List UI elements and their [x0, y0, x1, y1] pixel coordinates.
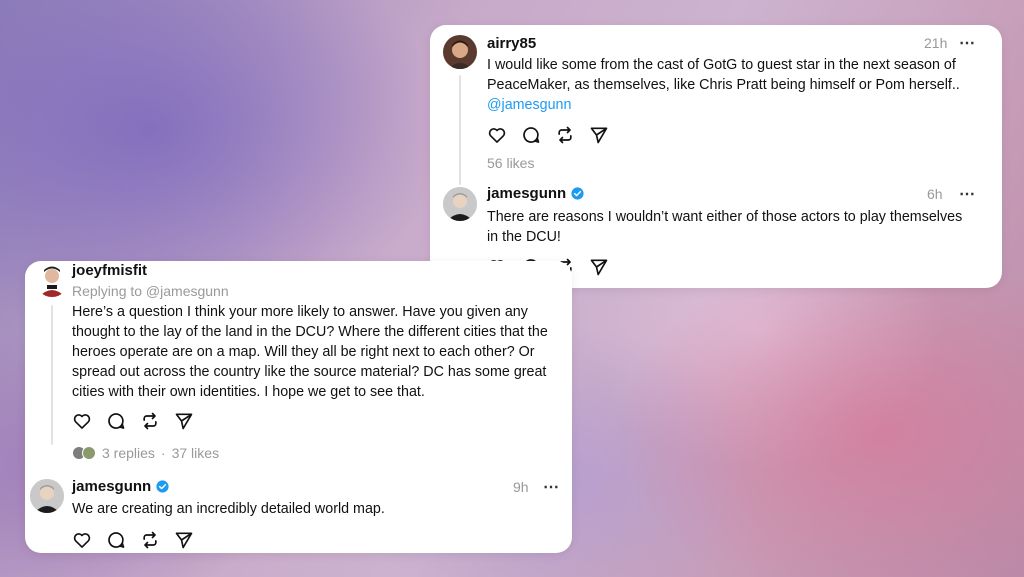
avatar-joeyfmisfit[interactable]: [35, 263, 69, 297]
replier-avatars: [72, 446, 96, 460]
post-time: 21h: [924, 35, 948, 51]
repost-icon[interactable]: [140, 411, 160, 431]
thread-card-joeyfmisfit: joeyfmisfit Replying to @jamesgunn Here’…: [25, 261, 572, 553]
heart-icon[interactable]: [72, 411, 92, 431]
stats-separator: ·: [160, 445, 166, 461]
verified-badge-icon: [571, 187, 584, 200]
replying-to-label[interactable]: Replying to @jamesgunn: [72, 283, 229, 299]
post-text: There are reasons I wouldn’t want either…: [487, 209, 963, 245]
replies-count[interactable]: 3 replies: [102, 445, 155, 461]
thread-connector: [51, 305, 53, 445]
heart-icon[interactable]: [72, 530, 92, 550]
post-actions: [72, 411, 194, 431]
avatar-airry85[interactable]: [443, 35, 477, 69]
repost-icon[interactable]: [555, 125, 575, 145]
send-icon[interactable]: [174, 530, 194, 550]
likes-count[interactable]: 56 likes: [487, 155, 534, 171]
replier-avatar: [82, 446, 96, 460]
repost-icon[interactable]: [140, 530, 160, 550]
avatar-jamesgunn[interactable]: [443, 187, 477, 221]
username-joeyfmisfit[interactable]: joeyfmisfit: [72, 262, 147, 279]
likes-count[interactable]: 37 likes: [172, 445, 219, 461]
avatar-jamesgunn[interactable]: [30, 479, 64, 513]
username-jamesgunn[interactable]: jamesgunn: [487, 185, 584, 202]
send-icon[interactable]: [174, 411, 194, 431]
heart-icon[interactable]: [487, 125, 507, 145]
mention-link[interactable]: @jamesgunn: [487, 95, 987, 115]
more-options-icon[interactable]: ⋯: [543, 480, 560, 496]
send-icon[interactable]: [589, 125, 609, 145]
post-actions: [72, 530, 194, 550]
more-options-icon[interactable]: ⋯: [959, 36, 976, 52]
send-icon[interactable]: [589, 257, 609, 277]
post-text: We are creating an incredibly detailed w…: [72, 501, 385, 517]
thread-card-airry85: airry85 21h ⋯ I would like some from the…: [430, 25, 1002, 288]
more-options-icon[interactable]: ⋯: [959, 187, 976, 203]
post-time: 9h: [513, 479, 529, 495]
comment-icon[interactable]: [106, 530, 126, 550]
post-actions: [487, 125, 609, 145]
post-time: 6h: [927, 186, 943, 202]
thread-connector: [459, 75, 461, 185]
comment-icon[interactable]: [106, 411, 126, 431]
comment-icon[interactable]: [521, 125, 541, 145]
reply-stats[interactable]: 3 replies · 37 likes: [72, 445, 219, 461]
post-text: Here’s a question I think your more like…: [72, 304, 548, 400]
post-text: I would like some from the cast of GotG …: [487, 55, 987, 115]
username-jamesgunn[interactable]: jamesgunn: [72, 478, 169, 495]
username-airry85[interactable]: airry85: [487, 35, 536, 52]
verified-badge-icon: [156, 480, 169, 493]
